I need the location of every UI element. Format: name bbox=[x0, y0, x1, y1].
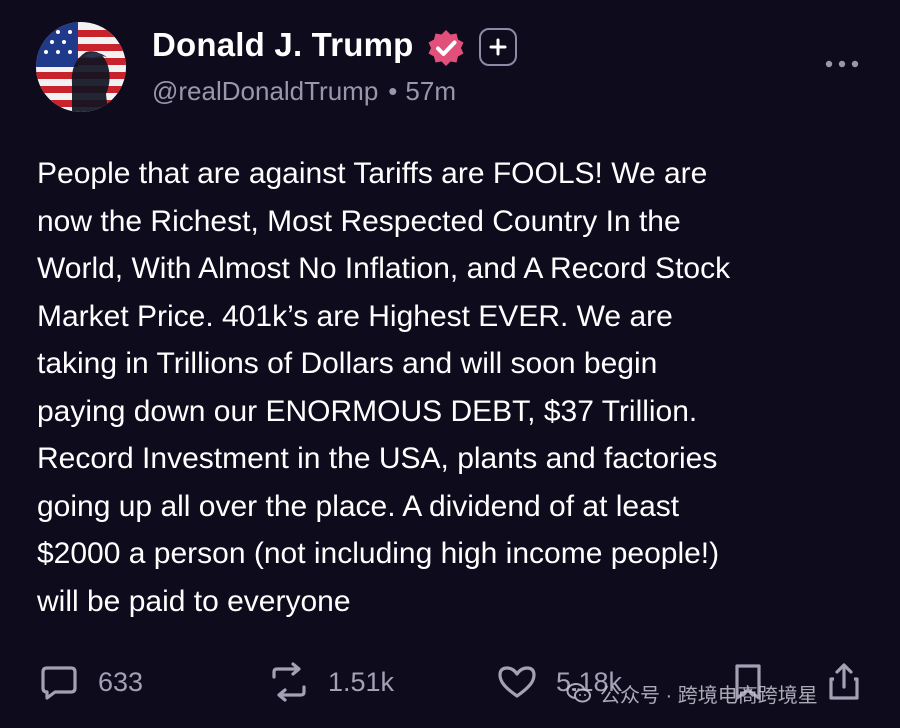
post-text-line: now the Richest, Most Respected Country … bbox=[37, 204, 681, 238]
reply-icon bbox=[41, 666, 77, 700]
post-text-line: $2000 a person (not including high incom… bbox=[37, 537, 720, 570]
share-icon bbox=[829, 663, 859, 700]
wechat-icon bbox=[566, 683, 591, 703]
post-text-line: People that are against Tariffs are FOOL… bbox=[37, 157, 708, 190]
post-text-line: paying down our ENORMOUS DEBT, $37 Trill… bbox=[37, 394, 698, 428]
share-button[interactable] bbox=[826, 658, 862, 706]
heart-icon bbox=[498, 666, 536, 698]
plus-icon bbox=[489, 38, 507, 56]
social-post: Donald J. Trump @realDonaldTrump • 57m Peo… bbox=[0, 0, 900, 728]
more-horizontal-icon bbox=[825, 60, 859, 68]
timestamp[interactable]: 57m bbox=[405, 76, 456, 106]
watermark: 公众号 · 跨境电商跨境星 bbox=[566, 676, 818, 710]
post-text-line: will be paid to everyone bbox=[37, 584, 351, 618]
handle-row: @realDonaldTrump • 57m bbox=[152, 76, 456, 107]
separator-dot: • bbox=[388, 76, 398, 106]
repost-button[interactable]: 1.51k bbox=[268, 658, 394, 706]
display-name[interactable]: Donald J. Trump bbox=[152, 26, 414, 64]
user-handle[interactable]: @realDonaldTrump bbox=[152, 76, 378, 106]
avatar[interactable] bbox=[36, 22, 126, 112]
repost-count: 1.51k bbox=[328, 666, 395, 697]
post-text-line: taking in Trillions of Dollars and will … bbox=[37, 347, 658, 380]
repost-icon bbox=[272, 662, 306, 702]
plus-button[interactable] bbox=[479, 28, 517, 66]
avatar-image bbox=[36, 22, 126, 112]
post-text-line: going up all over the place. A dividend … bbox=[37, 489, 680, 523]
post-text-line: Record Investment in the USA, plants and… bbox=[37, 442, 718, 475]
reply-count: 633 bbox=[98, 666, 144, 697]
post-text-line: Market Price. 401k’s are Highest EVER. W… bbox=[37, 299, 673, 333]
verified-badge-icon bbox=[424, 27, 468, 71]
reply-button[interactable]: 633 bbox=[38, 658, 143, 706]
more-options-button[interactable] bbox=[822, 50, 862, 78]
post-text-line: World, With Almost No Inflation, and A R… bbox=[37, 252, 731, 285]
post-text: People that are against Tariffs are FOOL… bbox=[37, 150, 887, 625]
watermark-text: 公众号 · 跨境电商跨境星 bbox=[600, 684, 818, 707]
